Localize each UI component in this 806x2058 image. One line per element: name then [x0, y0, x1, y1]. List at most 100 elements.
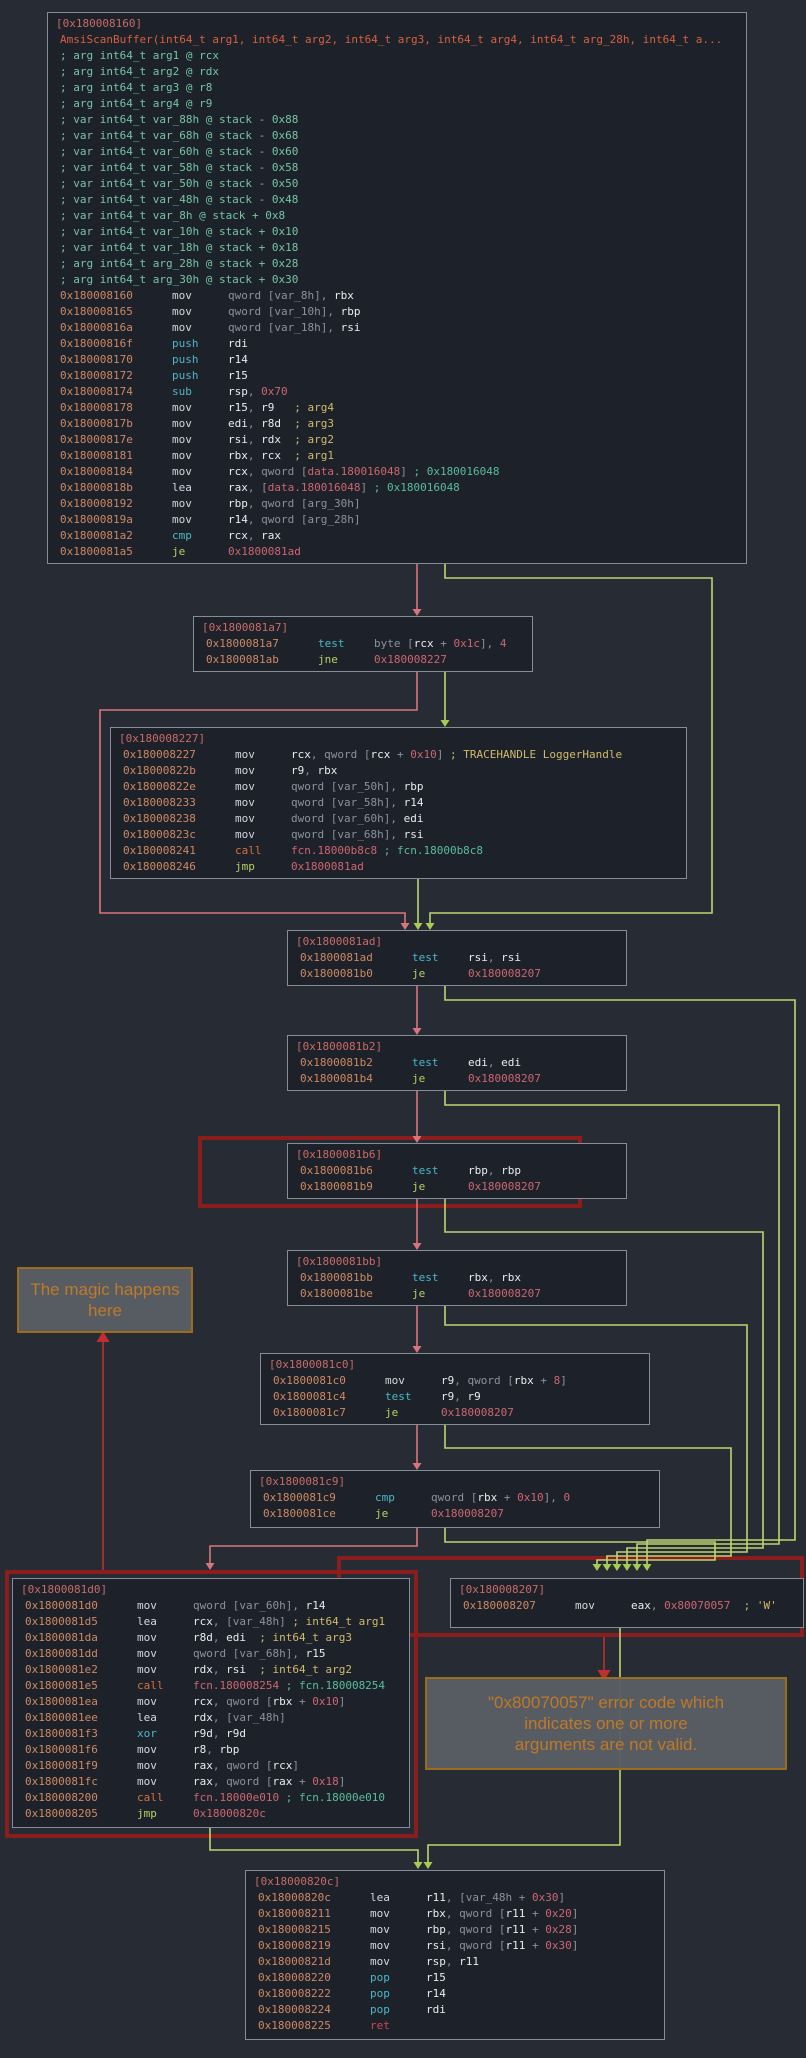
asm-line: 0x180008222popr14 [246, 1986, 664, 2002]
asm-line: 0x1800081e2movrdx, rsi ; int64_t arg2 [13, 1662, 409, 1678]
asm-line: 0x1800081f6movr8, rbp [13, 1742, 409, 1758]
asm-line: 0x18000817bmovedi, r8d ; arg3 [48, 416, 746, 432]
asm-line: 0x180008227movrcx, qword [rcx + 0x10] ; … [111, 747, 686, 763]
asm-line: 0x1800081a7testbyte [rcx + 0x1c], 4 [194, 636, 532, 652]
asm-line: 0x1800081beje0x180008207 [288, 1286, 626, 1302]
asm-line: 0x18000822bmovr9, rbx [111, 763, 686, 779]
asm-line: 0x180008160movqword [var_8h], rbx [48, 288, 746, 304]
arrowhead-icon [413, 1463, 422, 1470]
annotation-text: here [19, 1300, 191, 1321]
asm-line: 0x1800081eamovrcx, qword [rbx + 0x10] [13, 1694, 409, 1710]
block-title: [0x1800081bb] [288, 1254, 626, 1270]
asm-line: 0x180008215movrbp, qword [r11 + 0x28] [246, 1922, 664, 1938]
asm-line: 0x1800081bbtestrbx, rbx [288, 1270, 626, 1286]
annotation-text: indicates one or more [427, 1713, 785, 1734]
asm-line: 0x1800081c9cmpqword [rbx + 0x10], 0 [251, 1490, 659, 1506]
comment-line: ; var int64_t var_88h @ stack - 0x88 [48, 112, 746, 128]
asm-line: 0x18000819amovr14, qword [arg_28h] [48, 512, 746, 528]
arrowhead-icon [424, 1862, 433, 1869]
asm-line: 0x180008238movdword [var_60h], edi [111, 811, 686, 827]
arrowhead-icon [413, 1346, 422, 1353]
arrowhead-icon [413, 609, 422, 616]
comment-line: ; var int64_t var_50h @ stack - 0x50 [48, 176, 746, 192]
asm-line: 0x18000816amovqword [var_18h], rsi [48, 320, 746, 336]
asm-line: 0x1800081adtestrsi, rsi [288, 950, 626, 966]
basic-block-0x1800081b6[interactable]: [0x1800081b6]0x1800081b6testrbp, rbp0x18… [287, 1143, 627, 1199]
asm-line: 0x1800081b0je0x180008207 [288, 966, 626, 982]
block-title: [0x18000820c] [246, 1874, 664, 1890]
asm-line: 0x180008184movrcx, qword [data.180016048… [48, 464, 746, 480]
asm-line: 0x180008233movqword [var_58h], r14 [111, 795, 686, 811]
asm-line: 0x1800081a2cmprcx, rax [48, 528, 746, 544]
disassembly-graph-canvas[interactable]: [0x180008160]AmsiScanBuffer(int64_t arg1… [0, 0, 806, 2058]
arrowhead-icon [413, 1243, 422, 1250]
asm-line: 0x1800081abjne0x180008227 [194, 652, 532, 668]
block-title: [0x1800081ad] [288, 934, 626, 950]
asm-line: 0x180008172pushr15 [48, 368, 746, 384]
asm-line: 0x180008220popr15 [246, 1970, 664, 1986]
comment-line: ; var int64_t var_68h @ stack - 0x68 [48, 128, 746, 144]
asm-line: 0x1800081b4je0x180008207 [288, 1071, 626, 1087]
arrowhead-icon [413, 1028, 422, 1035]
asm-line: 0x1800081c4testr9, r9 [261, 1389, 649, 1405]
comment-annotation-magic[interactable]: The magic happenshere [17, 1267, 193, 1333]
arrowhead-icon [401, 923, 410, 930]
basic-block-0x1800081b2[interactable]: [0x1800081b2]0x1800081b2testedi, edi0x18… [287, 1035, 627, 1091]
basic-block-0x1800081ad[interactable]: [0x1800081ad]0x1800081adtestrsi, rsi0x18… [287, 930, 627, 986]
comment-line: ; var int64_t var_18h @ stack + 0x18 [48, 240, 746, 256]
comment-line: ; var int64_t var_60h @ stack - 0x60 [48, 144, 746, 160]
asm-line: 0x18000821dmovrsp, r11 [246, 1954, 664, 1970]
block-title: [0x1800081b6] [288, 1147, 626, 1163]
basic-block-0x180008227[interactable]: [0x180008227]0x180008227movrcx, qword [r… [110, 727, 687, 879]
block-title: [0x1800081b2] [288, 1039, 626, 1055]
comment-line: ; var int64_t var_48h @ stack - 0x48 [48, 192, 746, 208]
block-title: [0x1800081c9] [251, 1474, 659, 1490]
asm-line: 0x1800081ddmovqword [var_68h], r15 [13, 1646, 409, 1662]
asm-line: 0x1800081d0movqword [var_60h], r14 [13, 1598, 409, 1614]
block-title: [0x1800081c0] [261, 1357, 649, 1373]
asm-line: 0x1800081damovr8d, edi ; int64_t arg3 [13, 1630, 409, 1646]
asm-line: 0x180008174subrsp, 0x70 [48, 384, 746, 400]
basic-block-0x1800081d0[interactable]: [0x1800081d0]0x1800081d0movqword [var_60… [12, 1578, 410, 1828]
basic-block-0x180008207[interactable]: [0x180008207]0x180008207moveax, 0x800700… [450, 1578, 804, 1628]
asm-line: 0x180008165movqword [var_10h], rbp [48, 304, 746, 320]
asm-line: 0x1800081d5learcx, [var_48h] ; int64_t a… [13, 1614, 409, 1630]
asm-line: 0x1800081b9je0x180008207 [288, 1179, 626, 1195]
asm-line: 0x18000823cmovqword [var_68h], rsi [111, 827, 686, 843]
basic-block-0x1800081c9[interactable]: [0x1800081c9]0x1800081c9cmpqword [rbx + … [250, 1470, 660, 1528]
comment-line: ; arg int64_t arg_28h @ stack + 0x28 [48, 256, 746, 272]
asm-line: 0x180008205jmp0x18000820c [13, 1806, 409, 1822]
annotation-text: arguments are not valid. [427, 1734, 785, 1755]
basic-block-0x1800081c0[interactable]: [0x1800081c0]0x1800081c0movr9, qword [rb… [260, 1353, 650, 1425]
basic-block-0x1800081a7[interactable]: [0x1800081a7]0x1800081a7testbyte [rcx + … [193, 616, 533, 672]
asm-line: 0x180008246jmp0x1800081ad [111, 859, 686, 875]
asm-line: 0x180008219movrsi, qword [r11 + 0x30] [246, 1938, 664, 1954]
basic-block-0x18000820c[interactable]: [0x18000820c]0x18000820clear11, [var_48h… [245, 1870, 665, 2040]
asm-line: 0x18000822emovqword [var_50h], rbp [111, 779, 686, 795]
comment-line: AmsiScanBuffer(int64_t arg1, int64_t arg… [48, 32, 746, 48]
asm-line: 0x18000816fpushrdi [48, 336, 746, 352]
asm-line: 0x180008241callfcn.18000b8c8 ; fcn.18000… [111, 843, 686, 859]
comment-line: ; arg int64_t arg4 @ r9 [48, 96, 746, 112]
basic-block-0x180008160[interactable]: [0x180008160]AmsiScanBuffer(int64_t arg1… [47, 12, 747, 564]
asm-line: 0x1800081ceje0x180008207 [251, 1506, 659, 1522]
block-title: [0x1800081d0] [13, 1582, 409, 1598]
asm-line: 0x180008178movr15, r9 ; arg4 [48, 400, 746, 416]
asm-line: 0x180008225ret [246, 2018, 664, 2034]
comment-line: ; arg int64_t arg3 @ r8 [48, 80, 746, 96]
asm-line: 0x1800081a5je0x1800081ad [48, 544, 746, 560]
asm-line: 0x1800081b2testedi, edi [288, 1055, 626, 1071]
comment-line: ; arg int64_t arg2 @ rdx [48, 64, 746, 80]
comment-annotation-error-code[interactable]: "0x80070057" error code whichindicates o… [425, 1677, 787, 1770]
arrowhead-icon [206, 1563, 215, 1570]
comment-line: ; arg int64_t arg1 @ rcx [48, 48, 746, 64]
asm-line: 0x180008200callfcn.18000e010 ; fcn.18000… [13, 1790, 409, 1806]
comment-line: ; var int64_t var_58h @ stack - 0x58 [48, 160, 746, 176]
asm-line: 0x18000818blearax, [data.180016048] ; 0x… [48, 480, 746, 496]
arrowhead-icon [414, 923, 423, 930]
asm-line: 0x1800081f3xorr9d, r9d [13, 1726, 409, 1742]
block-title: [0x180008207] [451, 1582, 803, 1598]
asm-line: 0x180008224poprdi [246, 2002, 664, 2018]
block-title: [0x180008160] [48, 16, 746, 32]
basic-block-0x1800081bb[interactable]: [0x1800081bb]0x1800081bbtestrbx, rbx0x18… [287, 1250, 627, 1306]
